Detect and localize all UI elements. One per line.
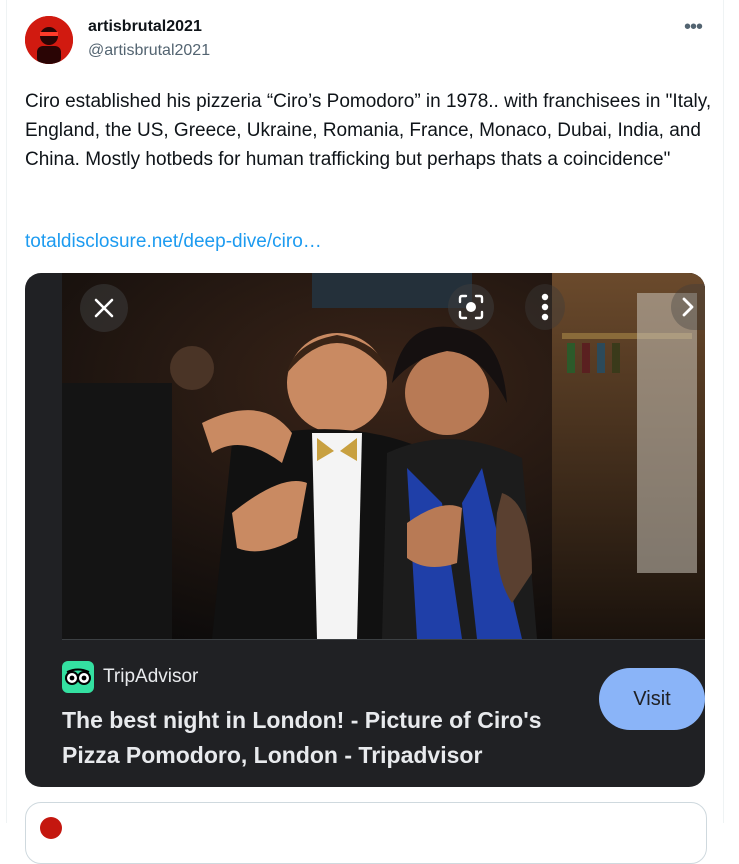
close-icon[interactable] [80, 284, 128, 332]
kebab-icon[interactable] [525, 284, 565, 330]
card-divider [62, 639, 705, 640]
card-source: TripAdvisor [62, 661, 198, 693]
card-title[interactable]: The best night in London! - Picture of C… [62, 703, 602, 773]
preview-photo [62, 273, 705, 639]
tweet-link[interactable]: totaldisclosure.net/deep-dive/ciro… [25, 231, 322, 253]
ellipsis-icon[interactable]: ••• [680, 14, 706, 40]
tripadvisor-logo-icon [62, 661, 94, 693]
avatar[interactable] [25, 16, 73, 64]
display-name[interactable]: artisbrutal2021 [88, 18, 202, 36]
tweet[interactable]: artisbrutal2021 @artisbrutal2021 ••• Cir… [0, 0, 739, 864]
tweet-text: Ciro established his pizzeria “Ciro’s Po… [25, 91, 717, 170]
next-post-card[interactable] [25, 802, 707, 864]
lens-icon[interactable] [448, 284, 494, 330]
card-source-name: TripAdvisor [103, 666, 199, 687]
link-preview-card[interactable]: TripAdvisor The best night in London! - … [25, 273, 705, 787]
user-handle[interactable]: @artisbrutal2021 [88, 42, 210, 60]
avatar[interactable] [40, 817, 62, 839]
visit-button[interactable]: Visit [599, 668, 705, 730]
